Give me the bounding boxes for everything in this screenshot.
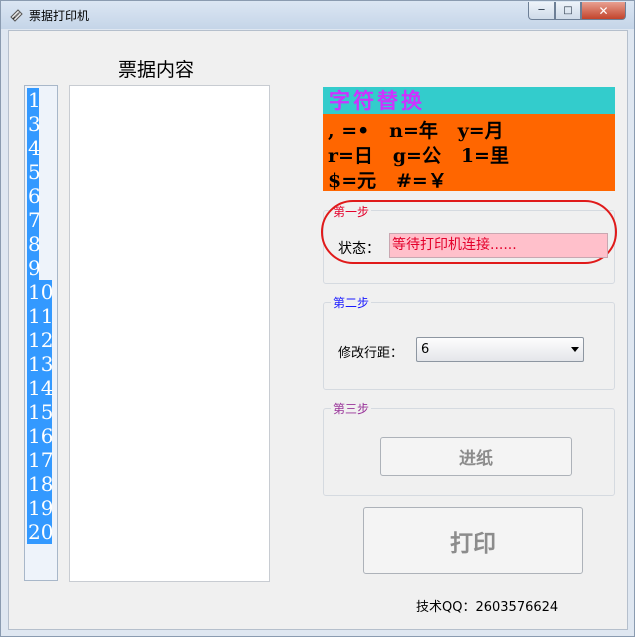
legend-body: , =• n=年 y=月 r=日 g=公 1=里 $=元 #=￥ [323, 114, 615, 192]
line-number: 3 [27, 112, 41, 136]
line-number: 14 [27, 376, 54, 400]
minimize-button[interactable]: ─ [528, 2, 555, 20]
legend-row: $=元 #=￥ [328, 170, 447, 192]
chevron-down-icon [571, 347, 579, 352]
close-button[interactable]: ✕ [581, 2, 626, 20]
maximize-button[interactable]: □ [555, 2, 581, 20]
support-qq: 技术QQ：2603576624 [416, 600, 559, 615]
step2-title: 第二步 [331, 294, 372, 311]
line-spacing-select[interactable]: 6 [416, 337, 584, 362]
maximize-icon: □ [563, 5, 573, 16]
line-number: 7 [27, 208, 41, 232]
feed-paper-button[interactable]: 进纸 [380, 437, 572, 476]
line-number: 17 [27, 448, 54, 472]
line-number: 15 [27, 400, 54, 424]
line-number: 16 [27, 424, 54, 448]
printer-app-icon [9, 7, 25, 23]
line-number: 1 [27, 88, 41, 112]
close-icon: ✕ [598, 3, 609, 18]
feed-paper-label: 进纸 [459, 449, 493, 469]
line-number: 11 [27, 304, 54, 328]
window-title: 票据打印机 [29, 9, 90, 23]
line-number: 9 [27, 256, 41, 280]
ticket-content-textarea[interactable] [69, 85, 270, 582]
legend-row: r=日 g=公 1=里 [328, 145, 509, 167]
line-number: 4 [27, 136, 41, 160]
line-number: 12 [27, 328, 54, 352]
print-button[interactable]: 打印 [363, 507, 583, 574]
title-bar[interactable]: 票据打印机 ─ □ ✕ [1, 1, 634, 29]
line-number: 10 [27, 280, 54, 304]
minimize-icon: ─ [538, 5, 545, 16]
line-number: 13 [27, 352, 54, 376]
content-heading: 票据内容 [118, 59, 195, 81]
line-number: 8 [27, 232, 41, 256]
line-number: 5 [27, 160, 41, 184]
print-label: 打印 [450, 530, 496, 557]
line-number: 6 [27, 184, 41, 208]
line-spacing-value: 6 [421, 342, 430, 357]
legend-title: 字符替换 [323, 87, 615, 114]
replacement-legend: 字符替换 , =• n=年 y=月 r=日 g=公 1=里 $=元 #=￥ [323, 87, 615, 192]
status-label: 状态： [338, 241, 380, 257]
line-number: 18 [27, 472, 54, 496]
line-spacing-label: 修改行距： [338, 346, 404, 361]
line-number: 19 [27, 496, 54, 520]
step3-title: 第三步 [331, 400, 372, 417]
line-number-gutter: 1 3 4 5 6 7 8 9 10 11 12 13 14 15 16 17 18 19 20 [24, 85, 58, 581]
line-number: 20 [27, 520, 54, 544]
status-field: 等待打印机连接...... [389, 233, 608, 258]
legend-row: , =• n=年 y=月 [328, 120, 504, 142]
